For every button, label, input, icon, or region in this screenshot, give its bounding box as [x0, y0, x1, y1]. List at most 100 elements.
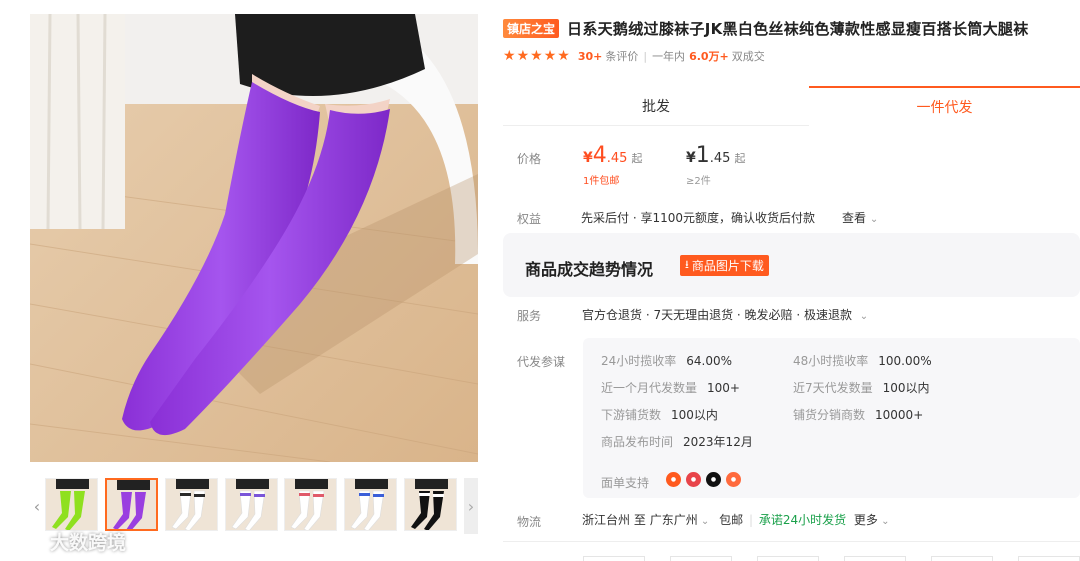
star-icon: ★ [516, 48, 530, 64]
price-label: 价格 [517, 152, 542, 166]
review-count[interactable]: 30+ [578, 50, 603, 63]
chevron-down-icon: ⌄ [877, 516, 890, 527]
star-icon: ★ [503, 48, 516, 64]
chevron-down-icon: ⌄ [869, 214, 879, 225]
download-icon: ⭳ [685, 258, 689, 271]
thumbnail-image [166, 479, 217, 530]
thumbnail[interactable] [105, 478, 158, 531]
stat-key: 商品发布时间 [601, 435, 674, 449]
thumbnail-prev-button[interactable]: ‹ [30, 478, 44, 534]
platform-icon-2: ● [686, 472, 701, 487]
sales-prefix: 一年内 [652, 50, 686, 63]
service-text: 官方仓退货 · 7天无理由退货 · 晚发必赔 · 极速退款 [582, 308, 852, 322]
watermark-logo-icon [8, 533, 44, 550]
stat-key: 下游铺货数 [601, 408, 662, 422]
stat-key: 铺货分销商数 [793, 408, 866, 422]
price-decimal: .45 [709, 151, 731, 166]
price-integer: 1 [695, 143, 710, 168]
stat-value: 100以内 [882, 381, 930, 395]
platform-icon-1: ● [666, 472, 681, 487]
purchase-mode-tabs: 批发 一件代发 [503, 86, 1080, 126]
dropship-stat: 48小时揽收率 100.00% [793, 352, 932, 369]
ship-from: 浙江台州 [582, 513, 631, 527]
benefit-text: 先采后付 · 享1100元额度，确认收货后付款 [581, 211, 815, 225]
sales-suffix: 双成交 [731, 50, 765, 63]
rating-row: ★ ★ ★ ★ ★ 30+ 条评价 | 一年内 6.0万+ 双成交 [503, 48, 765, 64]
dropship-stat: 铺货分销商数 10000+ [793, 406, 923, 423]
currency-symbol: ¥ [583, 150, 593, 166]
stat-key: 近一个月代发数量 [601, 381, 698, 395]
divider: | [748, 513, 753, 527]
ship-to-select[interactable]: 广东广州 ⌄ [650, 513, 710, 527]
price-decimal: .45 [606, 151, 628, 166]
sku-chip[interactable] [1018, 556, 1080, 561]
shipping-fee: 包邮 [719, 513, 744, 527]
sku-chip[interactable] [757, 556, 819, 561]
logistics-more-label: 更多 [853, 513, 878, 527]
thumbnail[interactable] [404, 478, 457, 531]
tab-wholesale[interactable]: 批发 [503, 86, 809, 126]
platform-icon-3: ● [706, 472, 721, 487]
thumbnail-next-button[interactable]: › [464, 478, 478, 534]
divider [503, 541, 1080, 542]
price-unit: 起 [734, 152, 746, 165]
download-label: 商品图片下载 [691, 259, 764, 273]
thumbnail[interactable] [165, 478, 218, 531]
chevron-down-icon: ⌄ [859, 311, 869, 322]
price-integer: 4 [592, 143, 607, 168]
thumbnail[interactable] [344, 478, 397, 531]
product-title: 日系天鹅绒过膝袜子JK黑白色丝袜纯色薄款性感显瘦百搭长筒大腿袜 [567, 19, 1029, 38]
thumbnail-image [46, 479, 97, 530]
sales-count: 6.0万+ [689, 50, 729, 63]
benefit-label: 权益 [517, 212, 542, 226]
dropship-stat: 下游铺货数 100以内 [601, 406, 718, 423]
stat-value: 100+ [707, 381, 740, 395]
logistics-more-link[interactable]: 更多 ⌄ [854, 513, 890, 527]
stat-value: 10000+ [875, 408, 924, 422]
stat-key: 48小时揽收率 [793, 354, 869, 368]
watermark-text: 大数跨境 [50, 532, 127, 554]
price-unit: 起 [631, 152, 643, 165]
main-product-image[interactable] [30, 14, 478, 462]
thumbnail-strip: ‹ › [30, 478, 478, 534]
dropship-stat: 近一个月代发数量 100+ [601, 379, 740, 396]
star-icon: ★ [530, 48, 543, 64]
sku-chip[interactable] [931, 556, 993, 561]
logistics-label: 物流 [517, 515, 542, 529]
stat-value: 100以内 [671, 408, 718, 422]
chevron-down-icon: ⌄ [697, 516, 710, 527]
trend-title: 商品成交趋势情况 [525, 260, 654, 279]
thumbnail[interactable] [45, 478, 98, 531]
sku-chip[interactable] [844, 556, 906, 561]
stat-value: 2023年12月 [683, 435, 753, 449]
to-word: 至 [633, 513, 646, 527]
price-tier-2: ¥1.45 起 ≥2件 [686, 143, 745, 187]
divider: | [643, 49, 648, 63]
download-images-button[interactable]: ⭳ 商品图片下载 [680, 255, 769, 276]
rating-stars: ★ ★ ★ ★ ★ [503, 49, 570, 63]
thumbnail-image [285, 479, 336, 530]
stat-key: 近7天代发数量 [793, 381, 873, 395]
product-title-row: 镇店之宝 日系天鹅绒过膝袜子JK黑白色丝袜纯色薄款性感显瘦百搭长筒大腿袜 [503, 16, 1080, 40]
tab-dropship[interactable]: 一件代发 [809, 86, 1080, 126]
thumbnail-image [345, 479, 396, 530]
price-tier-note: 1件包邮 [583, 176, 620, 187]
dropship-stat: 近7天代发数量 100以内 [793, 379, 930, 396]
ship-to: 广东广州 [649, 513, 698, 527]
service-dropdown[interactable]: 官方仓退货 · 7天无理由退货 · 晚发必赔 · 极速退款 ⌄ [582, 306, 868, 323]
sku-chip[interactable] [670, 556, 732, 561]
benefit-more-label: 查看 [842, 211, 867, 225]
price-tier-1: ¥4.45 起 1件包邮 [583, 143, 642, 187]
dropship-ref-label: 代发参谋 [517, 355, 566, 369]
price-tier-note: ≥2件 [686, 176, 711, 187]
sku-chip[interactable] [583, 556, 645, 561]
thumbnail-image [107, 480, 156, 529]
service-label: 服务 [517, 309, 542, 323]
thumbnail-image [405, 479, 456, 530]
benefit-more-link[interactable]: 查看 ⌄ [842, 209, 878, 226]
dropship-stat: 24小时揽收率 64.00% [601, 352, 732, 369]
stat-value: 64.00% [686, 354, 733, 368]
thumbnail[interactable] [225, 478, 278, 531]
watermark: 大数跨境 [8, 528, 126, 555]
thumbnail[interactable] [284, 478, 337, 531]
